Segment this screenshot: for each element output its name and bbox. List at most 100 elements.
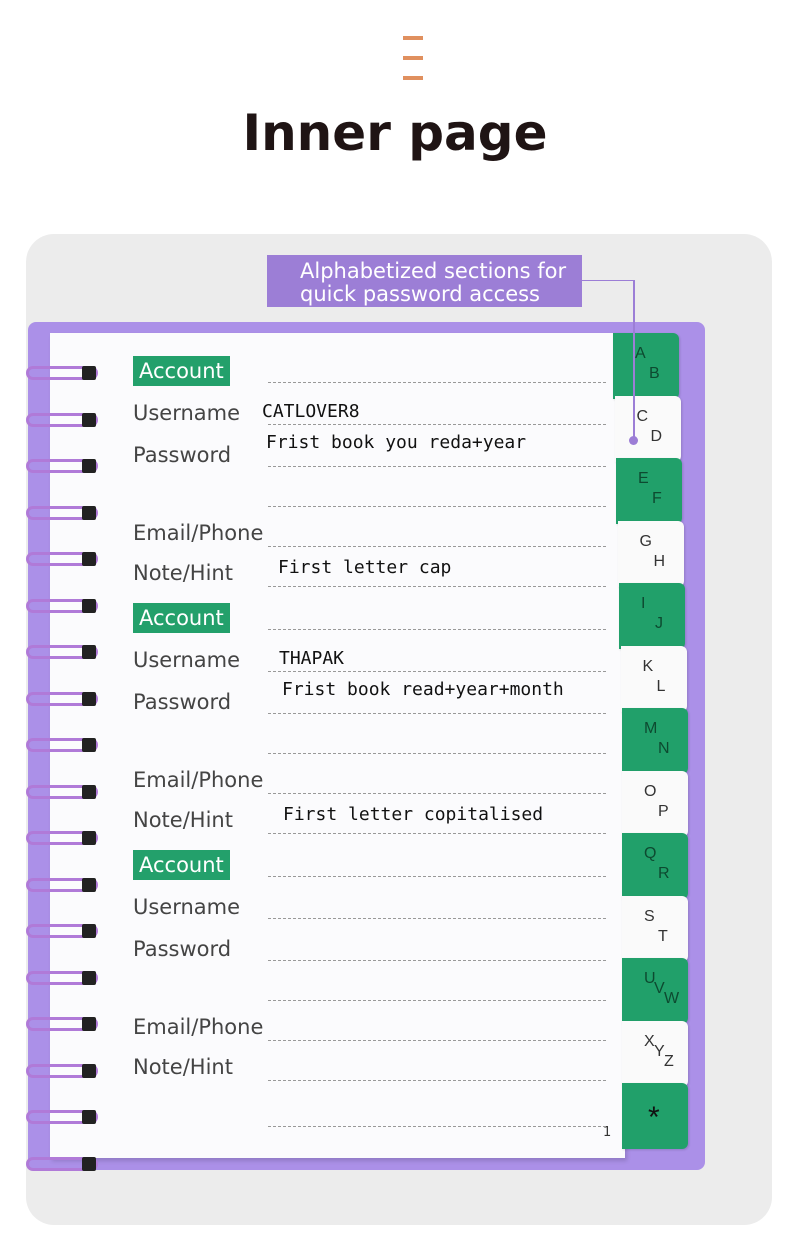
entry-line	[268, 1080, 606, 1081]
spiral-hole	[82, 505, 96, 520]
tab-letter: R	[658, 865, 670, 882]
tab-letter: J	[655, 615, 663, 632]
tab-letter: E	[638, 470, 649, 487]
password-label: Password	[133, 937, 232, 961]
password-value: Frist book read+year+month	[282, 679, 564, 700]
entry-line	[268, 918, 606, 919]
tab-letter: K	[642, 657, 654, 675]
tab-letter: I	[641, 595, 646, 612]
tab-letter: *	[648, 1101, 660, 1134]
username-value: THAPAK	[279, 648, 345, 669]
spiral-hole	[82, 877, 96, 892]
tab-letter: Q	[644, 845, 657, 862]
password-label: Password	[133, 443, 232, 467]
username-label: Username	[133, 401, 241, 425]
tab-letter: N	[658, 740, 670, 757]
email-label: Email/Phone	[133, 768, 264, 792]
entry-line	[268, 793, 606, 794]
entry-line	[268, 960, 606, 961]
product-panel: 1 A B C D E F G H I J K L M N O P Q R S T U V W X Y Z * Alphabetiz…	[26, 234, 772, 1225]
callout-leader	[582, 280, 634, 281]
account-header: Account	[133, 356, 230, 386]
email-label: Email/Phone	[133, 1015, 264, 1039]
entry-line	[268, 671, 606, 672]
tab-letter: O	[644, 782, 657, 800]
spiral-hole	[82, 459, 96, 473]
menu-bars-icon	[403, 36, 423, 96]
tab-KL[interactable]: KL	[620, 645, 687, 712]
account-header: Account	[133, 850, 230, 880]
callout-dot	[629, 436, 638, 445]
tab-letter: G	[639, 532, 652, 550]
entry-line	[268, 506, 606, 507]
page-number: 1	[603, 1125, 612, 1140]
tab-letter: P	[658, 802, 669, 820]
spiral-hole	[82, 598, 96, 613]
account-header: Account	[133, 603, 230, 633]
tab-OP[interactable]: OP	[622, 770, 688, 837]
email-label: Email/Phone	[133, 521, 264, 545]
username-label: Username	[133, 895, 241, 919]
note-label: Note/Hint	[133, 1055, 233, 1079]
tab-EF[interactable]: EF	[616, 458, 682, 524]
spiral-hole	[82, 784, 96, 799]
tab-ST[interactable]: ST	[622, 895, 688, 962]
tab-IJ[interactable]: IJ	[619, 583, 685, 649]
spiral-hole	[82, 691, 96, 706]
entry-line	[268, 753, 606, 754]
callout-leader	[633, 280, 635, 440]
tab-star[interactable]: *	[622, 1083, 688, 1149]
note-value: First letter copitalised	[283, 804, 544, 825]
tab-XYZ[interactable]: XYZ	[622, 1020, 688, 1087]
spiral-hole	[82, 1017, 96, 1031]
entry-line	[268, 876, 606, 877]
tab-GH[interactable]: GH	[617, 520, 684, 587]
spiral-hole	[82, 552, 96, 566]
password-label: Password	[133, 690, 232, 714]
entry-line	[268, 382, 606, 383]
tab-MN[interactable]: MN	[622, 708, 688, 774]
entry-line	[268, 424, 606, 425]
page-title: Inner page	[242, 104, 548, 162]
spiral-hole	[82, 1156, 96, 1171]
tab-letter: L	[656, 677, 666, 695]
spiral-hole	[82, 645, 96, 659]
entry-line	[268, 1000, 606, 1001]
tab-letter: A	[635, 345, 646, 362]
tab-AB[interactable]: AB	[613, 333, 679, 399]
tab-CD[interactable]: CD	[614, 395, 681, 462]
tab-letter: M	[644, 720, 658, 737]
spiral-hole	[82, 970, 96, 985]
spiral-hole	[82, 1063, 96, 1078]
callout-box: Alphabetized sections for quick password…	[267, 255, 582, 307]
username-value: CATLOVER8	[262, 401, 360, 422]
tab-letter: S	[644, 907, 655, 925]
entry-line	[268, 1040, 606, 1041]
spiral-hole	[82, 738, 96, 752]
entry-line	[268, 713, 606, 714]
spiral-hole	[82, 412, 96, 427]
spiral-hole	[82, 1110, 96, 1124]
username-label: Username	[133, 648, 241, 672]
entry-line	[268, 629, 606, 630]
spiral-hole	[82, 366, 96, 380]
callout-text: quick password access	[300, 282, 540, 306]
tab-letter: C	[636, 407, 649, 425]
tab-letter: B	[649, 365, 660, 382]
tab-letter: F	[652, 490, 662, 507]
entry-line	[268, 546, 606, 547]
callout-text: Alphabetized sections for	[300, 259, 567, 283]
tab-letter: D	[650, 427, 663, 445]
tab-letter: H	[653, 552, 666, 570]
entry-line	[268, 586, 606, 587]
tab-letter: T	[658, 927, 668, 945]
tab-QR[interactable]: QR	[622, 833, 688, 899]
note-label: Note/Hint	[133, 808, 233, 832]
tab-UVW[interactable]: UVW	[622, 958, 688, 1024]
password-value: Frist book you reda+year	[266, 432, 527, 453]
entry-line	[268, 466, 606, 467]
tab-letter: W	[664, 990, 680, 1007]
note-label: Note/Hint	[133, 561, 233, 585]
spiral-hole	[82, 831, 96, 845]
entry-line	[268, 1126, 606, 1127]
